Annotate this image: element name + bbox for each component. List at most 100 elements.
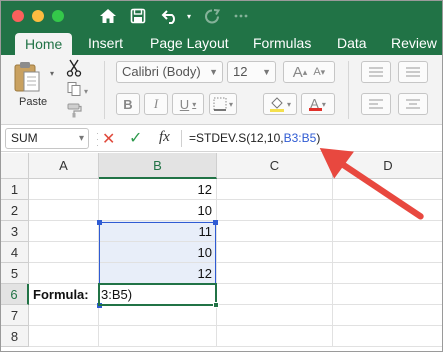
font-size-value: 12	[233, 64, 248, 79]
name-box[interactable]: SUM ▾	[5, 128, 89, 149]
row-header-4[interactable]: 4	[1, 242, 29, 263]
font-name-dropdown[interactable]: Calibri (Body) ▼	[116, 61, 223, 83]
font-color-swatch	[309, 108, 322, 111]
cell-a3[interactable]	[29, 221, 99, 242]
font-size-dropdown[interactable]: 12 ▼	[227, 61, 276, 83]
chevron-down-icon: ▼	[262, 67, 271, 77]
cell-b8[interactable]	[99, 326, 217, 347]
zoom-window-button[interactable]	[52, 10, 64, 22]
tab-home[interactable]: Home	[15, 33, 73, 55]
align-top-button[interactable]	[361, 61, 391, 83]
align-center-button[interactable]	[398, 93, 428, 115]
align-left-icon	[369, 99, 383, 109]
grow-font-caret-icon: ▴	[302, 66, 308, 77]
tab-formulas[interactable]: Formulas	[253, 31, 311, 55]
tab-insert[interactable]: Insert	[88, 31, 123, 55]
more-commands-icon[interactable]	[233, 5, 249, 27]
row-header-7[interactable]: 7	[1, 305, 29, 326]
grow-font-button[interactable]: A	[293, 64, 303, 81]
cell-c6[interactable]	[217, 284, 333, 305]
row-header-5[interactable]: 5	[1, 263, 29, 284]
cell-a7[interactable]	[29, 305, 99, 326]
enter-check-icon[interactable]: ✓	[129, 128, 142, 148]
insert-function-button[interactable]: fx	[159, 129, 170, 146]
save-icon[interactable]	[128, 5, 148, 27]
format-painter-icon[interactable]	[65, 101, 83, 119]
range-handle[interactable]	[213, 220, 218, 225]
row-header-1[interactable]: 1	[1, 179, 29, 200]
ribbon-tabs: Home Insert Page Layout Formulas Data Re…	[1, 31, 442, 55]
row-header-8[interactable]: 8	[1, 326, 29, 347]
row-header-6[interactable]: 6	[1, 284, 29, 305]
ribbon-separator	[104, 61, 105, 119]
fill-handle[interactable]	[213, 302, 219, 308]
ribbon-home: ▾ Paste ▾ Calibri (Body) ▼ 12 ▼ A ▴ A ▾ B …	[1, 55, 442, 125]
italic-button[interactable]: I	[144, 93, 168, 115]
excel-window: ▾ Home Insert Page Layout Formulas Data …	[0, 0, 443, 352]
home-icon[interactable]	[97, 5, 119, 27]
redo-icon[interactable]	[201, 5, 223, 27]
close-window-button[interactable]	[12, 10, 24, 22]
cell-d8[interactable]	[333, 326, 442, 347]
font-size-buttons: A ▴ A ▾	[283, 61, 335, 83]
shrink-font-caret-icon: ▾	[320, 66, 326, 77]
cell-d7[interactable]	[333, 305, 442, 326]
cell-d4[interactable]	[333, 242, 442, 263]
cell-b2[interactable]: 10	[99, 200, 217, 221]
cell-b7[interactable]	[99, 305, 217, 326]
font-name-value: Calibri (Body)	[122, 64, 201, 79]
tab-review[interactable]: Review	[391, 31, 437, 55]
cell-a4[interactable]	[29, 242, 99, 263]
font-color-button[interactable]: A ▾	[301, 93, 335, 115]
paste-dropdown-icon[interactable]: ▾	[50, 69, 54, 78]
underline-button[interactable]: U ▾	[172, 93, 204, 115]
cell-c7[interactable]	[217, 305, 333, 326]
select-all-corner[interactable]	[1, 153, 29, 179]
paste-label[interactable]: Paste	[19, 96, 47, 108]
align-middle-button[interactable]	[398, 61, 428, 83]
cell-c5[interactable]	[217, 263, 333, 284]
cell-a5[interactable]	[29, 263, 99, 284]
cell-a1[interactable]	[29, 179, 99, 200]
row-header-3[interactable]: 3	[1, 221, 29, 242]
fill-color-icon	[269, 97, 284, 112]
column-header-b[interactable]: B	[99, 153, 217, 179]
drag-handle-icon[interactable]: · · ·	[96, 129, 99, 150]
borders-button[interactable]: ▾	[209, 93, 237, 115]
cell-c8[interactable]	[217, 326, 333, 347]
cell-c4[interactable]	[217, 242, 333, 263]
column-header-a[interactable]: A	[29, 153, 99, 179]
cell-a8[interactable]	[29, 326, 99, 347]
cell-d5[interactable]	[333, 263, 442, 284]
align-lines-icon	[369, 67, 383, 77]
paste-icon[interactable]	[13, 60, 43, 94]
callout-arrow-icon	[319, 148, 424, 220]
cell-a6[interactable]: Formula:	[29, 284, 99, 305]
cut-icon[interactable]	[65, 59, 83, 77]
name-box-value: SUM	[11, 131, 38, 145]
cancel-icon[interactable]: ✕	[102, 129, 115, 149]
shrink-font-button[interactable]: A	[313, 66, 320, 78]
align-left-button[interactable]	[361, 93, 391, 115]
cell-b1[interactable]: 12	[99, 179, 217, 200]
title-bar: ▾	[1, 1, 442, 31]
undo-icon[interactable]	[159, 5, 181, 27]
cell-a2[interactable]	[29, 200, 99, 221]
tab-page-layout[interactable]: Page Layout	[150, 31, 229, 55]
ribbon-separator	[348, 61, 349, 119]
tab-data[interactable]: Data	[337, 31, 367, 55]
chevron-down-icon: ▾	[321, 99, 326, 109]
row-header-2[interactable]: 2	[1, 200, 29, 221]
fill-color-button[interactable]: ▾	[263, 93, 297, 115]
borders-icon	[213, 97, 227, 111]
chevron-down-icon: ▼	[209, 67, 218, 77]
bold-button[interactable]: B	[116, 93, 140, 115]
active-cell-outline	[98, 283, 217, 306]
chevron-down-icon: ▾	[192, 99, 197, 109]
copy-dropdown-icon[interactable]: ▾	[81, 82, 91, 100]
cell-d6[interactable]	[333, 284, 442, 305]
undo-dropdown-icon[interactable]: ▾	[184, 5, 194, 27]
range-handle[interactable]	[97, 220, 102, 225]
minimize-window-button[interactable]	[32, 10, 44, 22]
chevron-down-icon: ▾	[228, 99, 233, 109]
